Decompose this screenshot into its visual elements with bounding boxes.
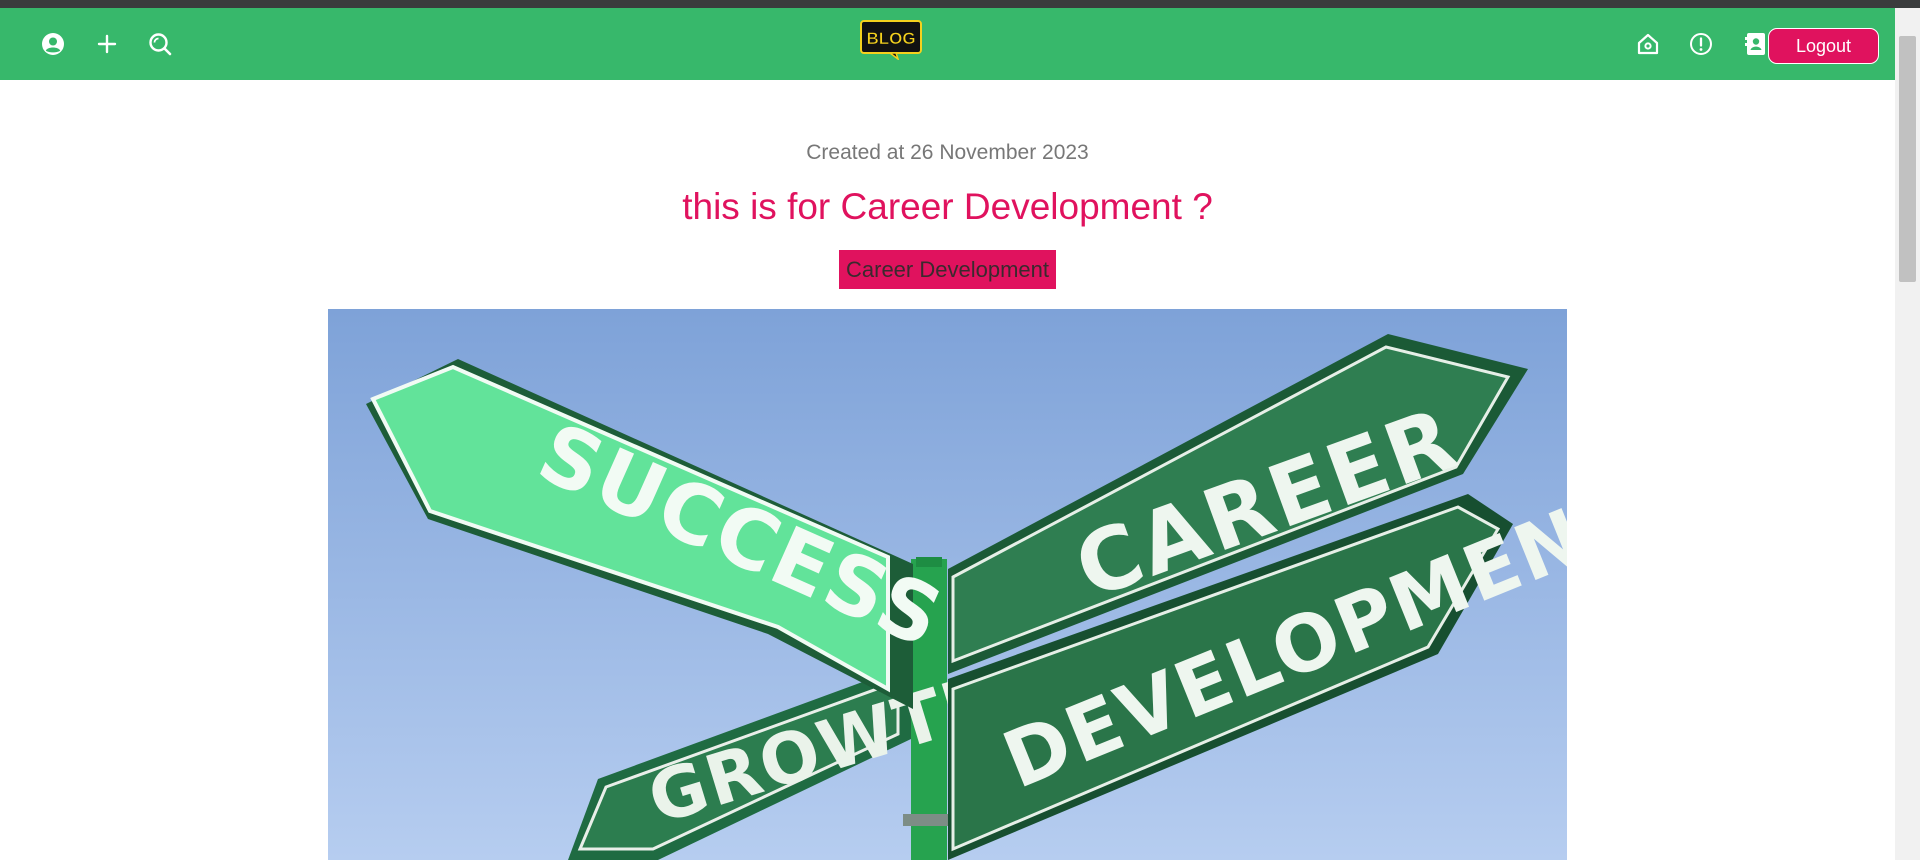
info-icon[interactable] [1681,8,1721,80]
category-badge[interactable]: Career Development [839,250,1056,289]
plus-icon[interactable] [87,8,127,80]
blog-logo[interactable]: BLOG [860,20,922,62]
window-top-strip [0,0,1920,8]
navbar: BLOG Logout [0,8,1895,80]
page-scrollbar[interactable] [1895,8,1920,860]
scrollbar-thumb[interactable] [1899,36,1916,282]
created-date: Created at 26 November 2023 [806,141,1089,164]
home-icon[interactable] [1628,8,1668,80]
logout-button[interactable]: Logout [1768,28,1879,64]
search-icon[interactable] [140,8,180,80]
post-title: this is for Career Development ? [682,186,1213,227]
user-circle-icon[interactable] [33,8,73,80]
post-image: GROWTH SUCCESS CAREER DEVELOPMENT [328,309,1567,860]
category-container: Career Development [0,250,1895,289]
logo-text: BLOG [866,29,915,48]
